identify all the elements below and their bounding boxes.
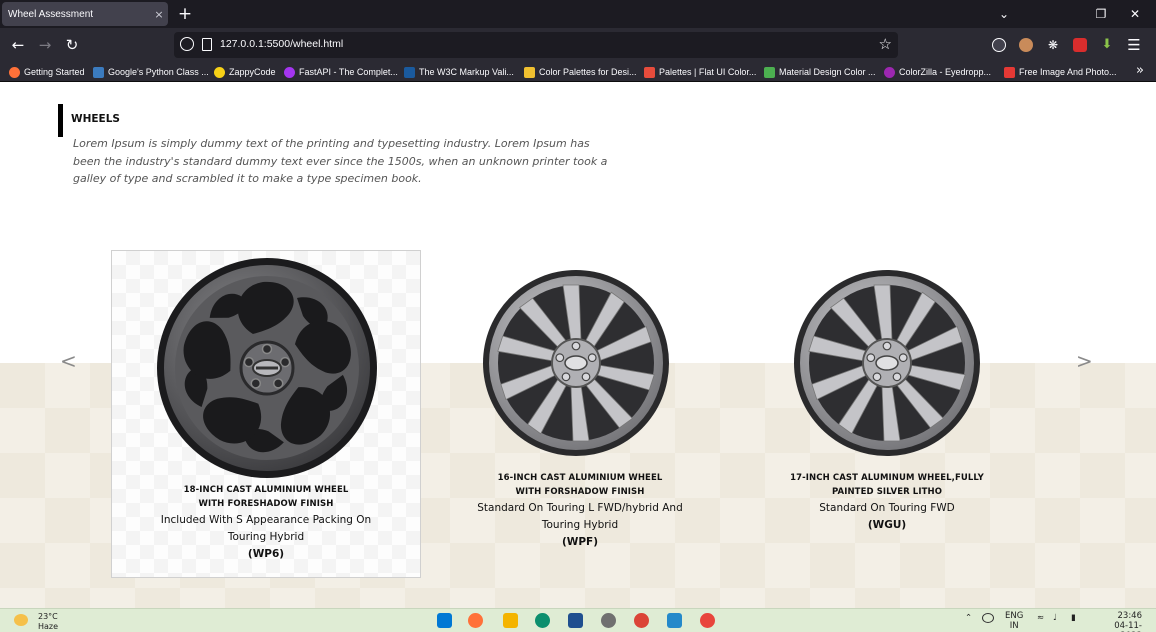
wheel-card[interactable]: 18-INCH CAST ALUMINIUM WHEEL WITH FORESH… xyxy=(111,250,421,578)
close-icon[interactable]: ✕ xyxy=(1123,4,1147,24)
page-title: WHEELS xyxy=(71,113,120,125)
bookmark-item[interactable]: ColorZilla - Eyedropp... xyxy=(884,64,991,80)
bookmarks-bar: Getting Started Google's Python Class ..… xyxy=(0,62,1156,82)
weather-status: Haze xyxy=(38,622,59,631)
zappycode-icon xyxy=(214,66,225,78)
bookmark-star-icon[interactable]: ☆ xyxy=(879,35,892,53)
clock[interactable]: 23:46 04-11-2022 xyxy=(1096,611,1142,632)
url-text[interactable]: 127.0.0.1:5500/wheel.html xyxy=(220,38,343,50)
python-icon xyxy=(93,66,104,78)
tab-title: Wheel Assessment xyxy=(8,8,94,20)
wifi-icon[interactable]: ≈ xyxy=(1037,613,1044,623)
tab-close-icon[interactable]: × xyxy=(150,8,168,21)
browser-navbar: ← → ↻ 127.0.0.1:5500/wheel.html ☆ ❋ ⬇ ☰ xyxy=(0,28,1156,62)
clock-time: 23:46 xyxy=(1117,611,1143,621)
wheel-card[interactable]: 17-INCH CAST ALUMINUM WHEEL,FULLY PAINTE… xyxy=(737,250,1037,560)
wheel-image-wgu xyxy=(794,270,980,456)
ublock-icon[interactable] xyxy=(1073,38,1087,52)
heading-accent-bar xyxy=(58,104,63,137)
firefox-taskbar-icon[interactable] xyxy=(468,613,483,628)
chrome-icon[interactable] xyxy=(634,613,649,628)
bookmark-item[interactable]: Color Palettes for Desi... xyxy=(524,64,637,80)
wheel-image-wp6 xyxy=(157,258,377,478)
wheel-title: 17-INCH CAST ALUMINUM WHEEL,FULLY PAINTE… xyxy=(790,473,984,497)
menu-icon[interactable]: ☰ xyxy=(1123,34,1145,56)
flatui-icon xyxy=(644,66,655,78)
account-avatar-icon[interactable] xyxy=(1019,38,1033,52)
forward-icon[interactable]: → xyxy=(34,34,56,56)
page-info-icon[interactable] xyxy=(202,38,212,51)
download-arrow-icon[interactable]: ⬇ xyxy=(1100,38,1114,52)
wheel-description: Standard On Touring FWD xyxy=(819,502,955,514)
bookmark-item[interactable]: Google's Python Class ... xyxy=(93,64,209,80)
browser-titlebar: Wheel Assessment × + ⌄ ❐ ✕ xyxy=(0,0,1156,28)
material-icon xyxy=(764,66,775,78)
chevron-up-icon[interactable]: ⌃ xyxy=(965,613,972,623)
more-bookmarks-icon[interactable]: » xyxy=(1136,63,1144,78)
vscode-icon[interactable] xyxy=(667,613,682,628)
colorzilla-icon xyxy=(884,66,895,78)
extensions-icon[interactable]: ❋ xyxy=(1046,38,1060,52)
weather-widget[interactable]: 23°C Haze xyxy=(38,612,58,632)
restore-icon[interactable]: ❐ xyxy=(1089,4,1113,24)
palette-icon xyxy=(524,66,535,78)
wheel-description: Included With S Appearance Packing On To… xyxy=(160,514,372,543)
new-tab-button[interactable]: + xyxy=(176,4,194,24)
address-bar[interactable]: 127.0.0.1:5500/wheel.html ☆ xyxy=(174,32,898,58)
carousel-next-button[interactable]: > xyxy=(1076,349,1093,373)
wheel-card[interactable]: 16-INCH CAST ALUMINIUM WHEEL WITH FORSHA… xyxy=(430,250,730,560)
wheel-code: (WP6) xyxy=(247,548,285,560)
image-icon xyxy=(1004,66,1015,78)
reload-icon[interactable]: ↻ xyxy=(61,34,83,56)
firefox-icon xyxy=(9,66,20,78)
pocket-icon[interactable] xyxy=(992,38,1006,52)
bookmark-item[interactable]: Material Design Color ... xyxy=(764,64,876,80)
wheel-description: Standard On Touring L FWD/hybrid And Tou… xyxy=(477,502,683,531)
bookmark-item[interactable]: Palettes | Flat UI Color... xyxy=(644,64,756,80)
weather-icon[interactable] xyxy=(14,614,28,626)
tab-wheel-assessment[interactable]: Wheel Assessment × xyxy=(2,2,168,26)
wheel-image-wpf xyxy=(483,270,669,456)
wheel-title: 16-INCH CAST ALUMINIUM WHEEL WITH FORSHA… xyxy=(497,473,663,497)
settings-icon[interactable] xyxy=(601,613,616,628)
onedrive-icon[interactable] xyxy=(982,613,994,623)
intro-text: Lorem Ipsum is simply dummy text of the … xyxy=(73,137,608,185)
bookmark-item[interactable]: FastAPI - The Complet... xyxy=(284,64,398,80)
app-icon[interactable] xyxy=(700,613,715,628)
language-indicator[interactable]: ENG IN xyxy=(1005,611,1023,631)
page-content: WHEELS Lorem Ipsum is simply dummy text … xyxy=(0,82,1156,608)
wheel-code: (WGU) xyxy=(867,519,907,531)
file-explorer-icon[interactable] xyxy=(503,613,518,628)
wheel-title: 18-INCH CAST ALUMINIUM WHEEL WITH FORESH… xyxy=(183,485,349,509)
tracking-shield-icon[interactable] xyxy=(180,37,194,51)
battery-icon[interactable]: ▮ xyxy=(1071,613,1076,623)
volume-icon[interactable]: ♩ xyxy=(1053,613,1057,623)
bookmark-item[interactable]: Getting Started xyxy=(9,64,85,80)
bookmark-item[interactable]: ZappyCode xyxy=(214,64,276,80)
carousel-prev-button[interactable]: < xyxy=(60,349,77,373)
start-icon[interactable] xyxy=(437,613,452,628)
w3c-icon xyxy=(404,66,415,78)
temperature: 23°C xyxy=(38,612,58,621)
edge-icon[interactable] xyxy=(535,613,550,628)
udemy-icon xyxy=(284,66,295,78)
back-icon[interactable]: ← xyxy=(7,34,29,56)
chevron-down-icon[interactable]: ⌄ xyxy=(992,4,1016,24)
clock-date: 04-11-2022 xyxy=(1114,621,1142,632)
windows-taskbar: 23°C Haze ⌃ ENG IN ≈ ♩ ▮ 23:46 04-11-202… xyxy=(0,608,1156,632)
wheel-code: (WPF) xyxy=(561,536,599,548)
store-icon[interactable] xyxy=(568,613,583,628)
bookmark-item[interactable]: The W3C Markup Vali... xyxy=(404,64,514,80)
bookmark-item[interactable]: Free Image And Photo... xyxy=(1004,64,1117,80)
